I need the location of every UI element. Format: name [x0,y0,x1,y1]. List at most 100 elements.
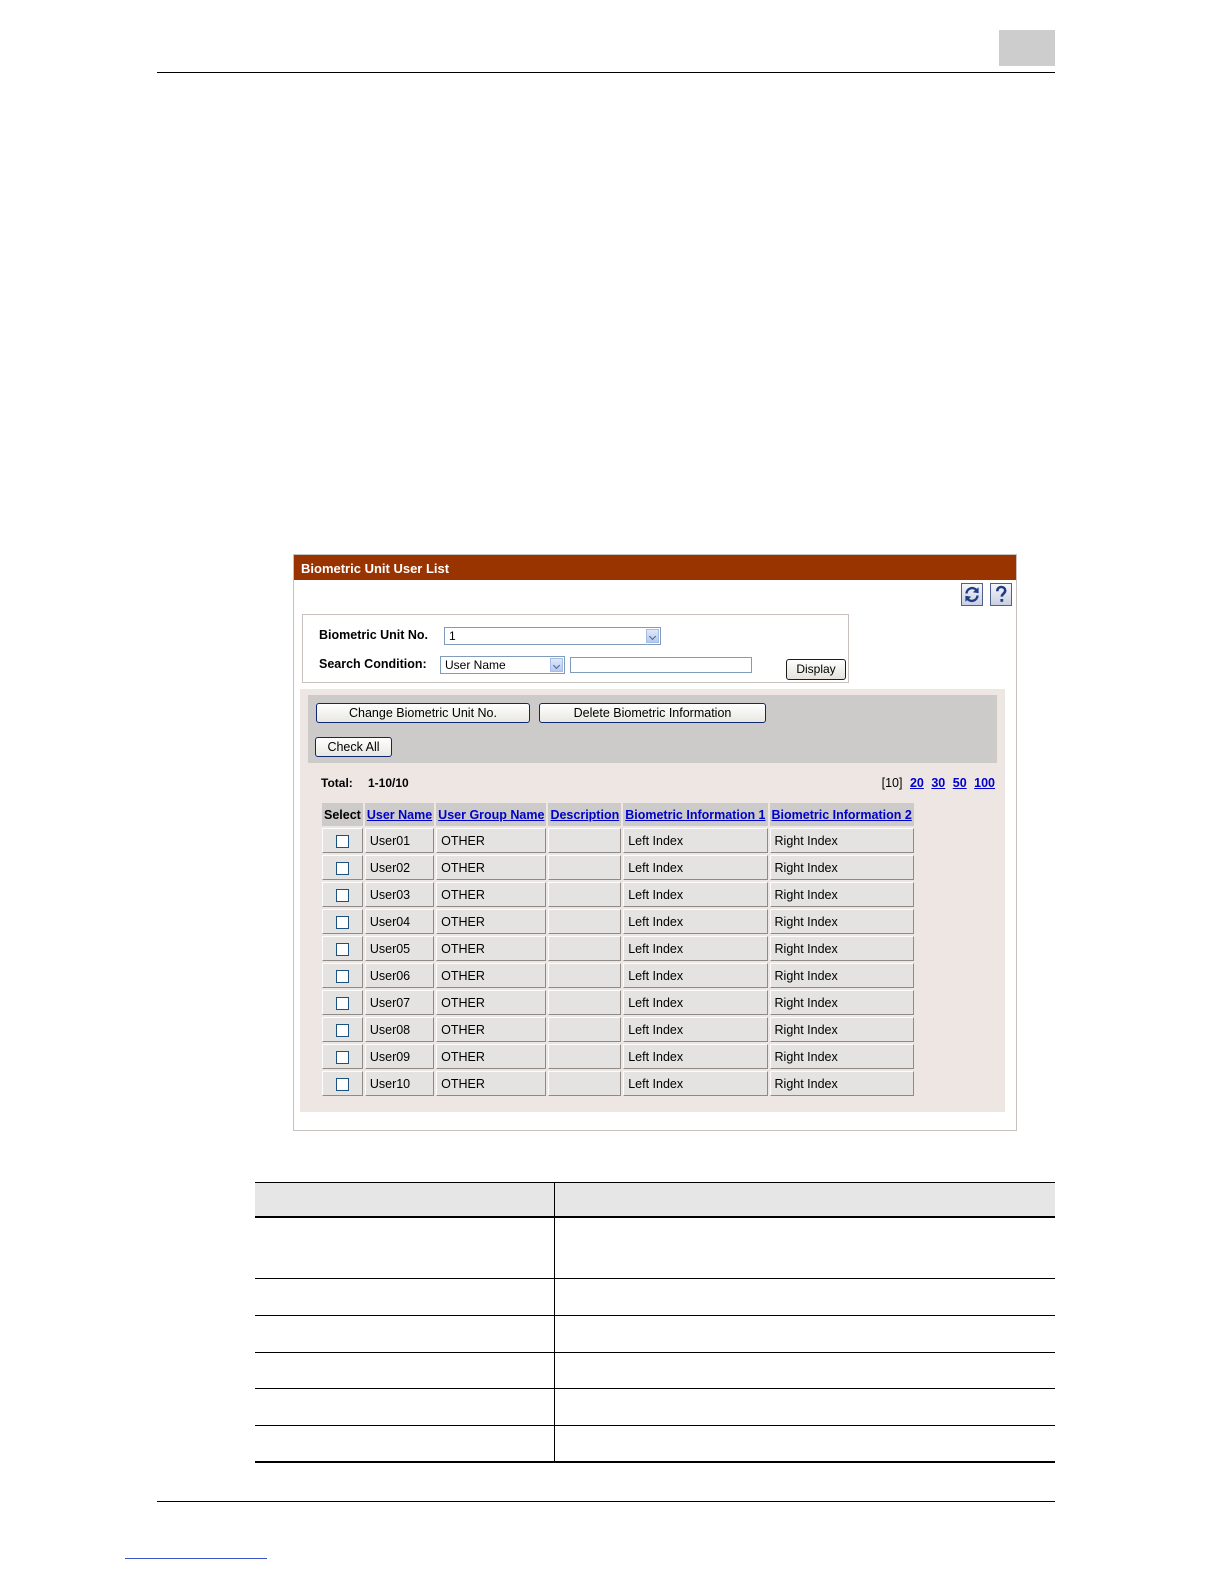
user-group-cell: OTHER [436,855,547,880]
select-checkbox[interactable] [335,996,349,1010]
biometric-2-cell: Right Index [769,855,914,880]
table-row: User07 OTHER Left Index Right Index [322,990,914,1015]
chevron-down-icon[interactable] [550,658,563,672]
biometric-1-cell: Left Index [623,1044,768,1069]
description-cell [548,1071,622,1096]
select-checkbox[interactable] [335,1077,349,1091]
biometric-1-cell: Left Index [623,828,768,853]
search-condition-select[interactable]: User Name [440,656,565,674]
page-size-30[interactable]: 30 [931,776,945,790]
refresh-icon[interactable] [961,583,983,606]
user-name-cell: User02 [364,855,435,880]
select-checkbox[interactable] [335,969,349,983]
select-checkbox-cell[interactable] [322,1071,363,1096]
description-cell [548,855,622,880]
user-name-cell: User01 [364,828,435,853]
table-row: User06 OTHER Left Index Right Index [322,963,914,988]
table-row [255,1278,1055,1316]
biometric-1-cell: Left Index [623,990,768,1015]
select-checkbox[interactable] [335,1023,349,1037]
select-checkbox-cell[interactable] [322,1044,363,1069]
select-checkbox-cell[interactable] [322,882,363,907]
total-value: 1-10/10 [368,776,409,790]
col-user-group-name[interactable]: User Group Name [436,803,547,826]
col-user-name[interactable]: User Name [364,803,435,826]
footer-rule [157,1501,1055,1502]
biometric-2-cell: Right Index [769,882,914,907]
biometric-2-cell: Right Index [769,1071,914,1096]
search-condition-value: User Name [445,658,506,672]
user-group-cell: OTHER [436,1017,547,1042]
select-checkbox-cell[interactable] [322,936,363,961]
user-name-cell: User09 [364,1044,435,1069]
display-button[interactable]: Display [786,659,846,680]
select-checkbox[interactable] [335,888,349,902]
table-row: User08 OTHER Left Index Right Index [322,1017,914,1042]
table-row: User04 OTHER Left Index Right Index [322,909,914,934]
sort-biometric-2-link[interactable]: Biometric Information 2 [772,808,912,822]
select-checkbox[interactable] [335,834,349,848]
select-checkbox-cell[interactable] [322,963,363,988]
page-size-20[interactable]: 20 [910,776,924,790]
biometric-2-cell: Right Index [769,936,914,961]
description-cell [548,990,622,1015]
select-checkbox-cell[interactable] [322,1017,363,1042]
description-cell [548,909,622,934]
select-checkbox-cell[interactable] [322,990,363,1015]
unit-no-value: 1 [449,629,456,643]
user-group-cell: OTHER [436,909,547,934]
sort-description-link[interactable]: Description [550,808,619,822]
user-group-cell: OTHER [436,936,547,961]
biometric-2-cell: Right Index [769,909,914,934]
check-all-button[interactable]: Check All [315,737,392,757]
user-group-cell: OTHER [436,1071,547,1096]
total-label: Total: [321,776,353,790]
table-row: User05 OTHER Left Index Right Index [322,936,914,961]
col-biometric-2[interactable]: Biometric Information 2 [769,803,914,826]
unit-no-select[interactable]: 1 [444,627,661,645]
action-toolbar: Change Biometric Unit No. Delete Biometr… [308,695,997,763]
user-group-cell: OTHER [436,882,547,907]
user-name-cell: User06 [364,963,435,988]
biometric-1-cell: Left Index [623,882,768,907]
chevron-down-icon[interactable] [646,629,659,643]
select-checkbox[interactable] [335,942,349,956]
user-group-cell: OTHER [436,828,547,853]
description-cell [548,963,622,988]
header-rule [157,72,1055,73]
delete-biometric-button[interactable]: Delete Biometric Information [539,703,766,723]
select-checkbox[interactable] [335,861,349,875]
table-row [255,1315,1055,1353]
table-row: User09 OTHER Left Index Right Index [322,1044,914,1069]
user-group-cell: OTHER [436,1044,547,1069]
sort-user-name-link[interactable]: User Name [367,808,432,822]
select-checkbox[interactable] [335,915,349,929]
biometric-1-cell: Left Index [623,855,768,880]
search-condition-label: Search Condition: [319,657,427,671]
description-cell [548,882,622,907]
biometric-1-cell: Left Index [623,963,768,988]
help-icon[interactable] [990,583,1012,606]
table-row [255,1182,1055,1279]
col-description[interactable]: Description [548,803,622,826]
search-input[interactable] [570,657,752,673]
table-row [255,1388,1055,1426]
user-name-cell: User10 [364,1071,435,1096]
select-checkbox-cell[interactable] [322,828,363,853]
user-group-cell: OTHER [436,963,547,988]
select-checkbox[interactable] [335,1050,349,1064]
col-biometric-1[interactable]: Biometric Information 1 [623,803,768,826]
select-checkbox-cell[interactable] [322,909,363,934]
select-checkbox-cell[interactable] [322,855,363,880]
page-size-50[interactable]: 50 [953,776,967,790]
sort-biometric-1-link[interactable]: Biometric Information 1 [625,808,765,822]
table-row [255,1352,1055,1389]
description-cell [548,1044,622,1069]
page-size-100[interactable]: 100 [974,776,995,790]
change-unit-no-button[interactable]: Change Biometric Unit No. [316,703,530,723]
biometric-1-cell: Left Index [623,1017,768,1042]
biometric-1-cell: Left Index [623,909,768,934]
sort-user-group-link[interactable]: User Group Name [438,808,544,822]
description-cell [548,1017,622,1042]
biometric-user-list-panel: Biometric Unit User List Biometric Unit … [293,554,1017,1131]
